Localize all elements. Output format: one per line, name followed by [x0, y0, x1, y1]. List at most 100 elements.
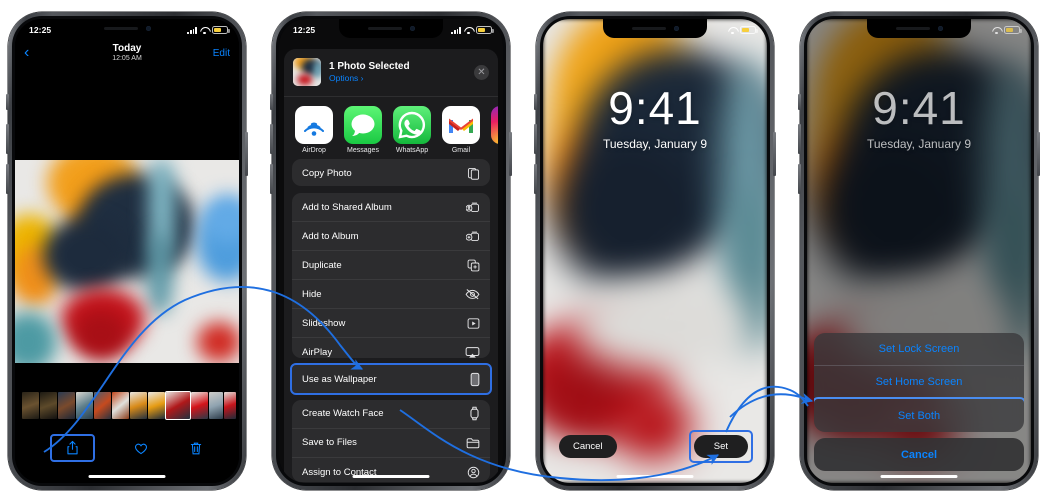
list-item[interactable] [148, 392, 165, 419]
action-add-to-album[interactable]: Add to Album [292, 222, 490, 252]
home-indicator[interactable] [88, 474, 166, 478]
phone-2-share-sheet: 12:25 1 Photo Selected Options › ✕ AirDr… [270, 12, 512, 490]
power-button[interactable] [245, 132, 248, 176]
app-messages[interactable]: Messages [344, 106, 382, 154]
action-duplicate[interactable]: Duplicate [292, 251, 490, 281]
mute-switch[interactable] [798, 94, 801, 110]
row-label: Save to Files [302, 437, 357, 448]
trash-icon[interactable] [190, 441, 202, 456]
list-item[interactable] [22, 392, 39, 419]
row-label: Add to Album [302, 230, 359, 242]
volume-down-button[interactable] [270, 164, 273, 194]
wifi-icon [992, 27, 1001, 35]
cellular-signal-icon [187, 27, 197, 34]
row-label: Add to Shared Album [302, 201, 392, 213]
power-button[interactable] [509, 132, 512, 176]
photo-image[interactable] [15, 160, 239, 363]
list-item[interactable] [40, 392, 57, 419]
action-add-to-shared-album[interactable]: Add to Shared Album [292, 193, 490, 223]
phone-4-set-wallpaper-options: 9:41 Tuesday, January 9 Move & Scale Set… [798, 12, 1040, 490]
volume-up-button[interactable] [270, 124, 273, 154]
photo-thumbnail-strip[interactable] [22, 391, 236, 420]
power-button[interactable] [1037, 132, 1040, 176]
lock-screen-time: 9:41 [608, 82, 702, 134]
list-item[interactable] [209, 392, 223, 419]
heart-icon[interactable] [134, 442, 148, 455]
list-item[interactable] [191, 392, 208, 419]
volume-down-button[interactable] [6, 164, 9, 194]
volume-up-button[interactable] [6, 124, 9, 154]
phone-frame: 9:41 Tuesday, January 9 Cancel Set [534, 12, 776, 490]
action-group-3-highlighted: Use as Wallpaper [290, 363, 492, 395]
app-whatsapp[interactable]: WhatsApp [393, 106, 431, 154]
front-camera [673, 26, 679, 31]
options-link[interactable]: Options › [329, 73, 466, 85]
share-target-apps[interactable]: AirDrop Messages WhatsApp Gmail [284, 97, 498, 159]
add-album-icon [466, 230, 480, 243]
nav-subtitle-text: 12:05 AM [112, 54, 142, 62]
notch [75, 19, 179, 38]
action-save-to-files[interactable]: Save to Files [292, 429, 490, 458]
app-label: Gmail [451, 147, 471, 154]
cancel-button[interactable]: Cancel [559, 435, 617, 458]
action-sheet-options: Set Lock Screen Set Home Screen Set Both [814, 333, 1024, 432]
mute-switch[interactable] [270, 94, 273, 110]
action-copy-photo[interactable]: Copy Photo [292, 159, 490, 187]
list-item-selected[interactable] [165, 391, 191, 420]
set-button[interactable]: Set [693, 435, 748, 458]
wifi-icon [200, 27, 209, 35]
home-indicator[interactable] [352, 474, 430, 478]
phone-frame: 9:41 Tuesday, January 9 Move & Scale Set… [798, 12, 1040, 490]
page-title: Today 12:05 AM [64, 43, 190, 63]
app-airdrop[interactable]: AirDrop [295, 106, 333, 154]
edit-button[interactable]: Edit [190, 48, 230, 59]
home-indicator[interactable] [616, 474, 694, 478]
list-item[interactable] [112, 392, 129, 419]
set-both-button[interactable]: Set Both [814, 397, 1024, 432]
front-camera [937, 26, 943, 31]
volume-down-button[interactable] [534, 164, 537, 194]
row-label: Duplicate [302, 259, 342, 271]
list-item[interactable] [130, 392, 147, 419]
lock-screen-time: 9:41 [872, 82, 966, 134]
wifi-icon [464, 27, 473, 35]
battery-icon [740, 26, 758, 34]
share-icon[interactable] [49, 434, 95, 462]
close-icon[interactable]: ✕ [474, 64, 489, 80]
folder-icon [466, 437, 480, 449]
chevron-left-icon[interactable]: ‹ [24, 45, 64, 61]
mute-switch[interactable] [6, 94, 9, 110]
action-assign-to-contact[interactable]: Assign to Contact [292, 458, 490, 483]
action-airplay[interactable]: AirPlay [292, 338, 490, 358]
app-instagram[interactable]: Ins [491, 106, 498, 152]
action-slideshow[interactable]: Slideshow [292, 309, 490, 339]
selected-photo-thumbnail[interactable] [293, 58, 321, 86]
action-use-as-wallpaper[interactable]: Use as Wallpaper [292, 365, 490, 393]
list-item[interactable] [76, 392, 93, 419]
set-home-screen-button[interactable]: Set Home Screen [814, 366, 1024, 399]
instagram-icon [491, 106, 498, 144]
set-lock-screen-button[interactable]: Set Lock Screen [814, 333, 1024, 366]
action-group-1: Copy Photo [292, 158, 490, 187]
share-sheet-header: 1 Photo Selected Options › ✕ [284, 49, 498, 97]
cancel-button[interactable]: Cancel [814, 438, 1024, 471]
volume-down-button[interactable] [798, 164, 801, 194]
wallpaper-art [15, 160, 239, 363]
contact-icon [467, 466, 480, 479]
notch [867, 19, 971, 38]
wallpaper-preview-actions: Cancel Set [543, 430, 767, 463]
action-hide[interactable]: Hide [292, 280, 490, 310]
volume-up-button[interactable] [534, 124, 537, 154]
home-indicator[interactable] [880, 474, 958, 478]
mute-switch[interactable] [534, 94, 537, 110]
app-gmail[interactable]: Gmail [442, 106, 480, 154]
list-item[interactable] [94, 392, 111, 419]
power-button[interactable] [773, 132, 776, 176]
volume-up-button[interactable] [798, 124, 801, 154]
app-label: Ins [491, 147, 498, 154]
action-create-watch-face[interactable]: Create Watch Face [292, 400, 490, 429]
list-item[interactable] [58, 392, 75, 419]
list-item[interactable] [224, 392, 236, 419]
shared-album-icon [466, 201, 480, 214]
wifi-icon [728, 27, 737, 35]
